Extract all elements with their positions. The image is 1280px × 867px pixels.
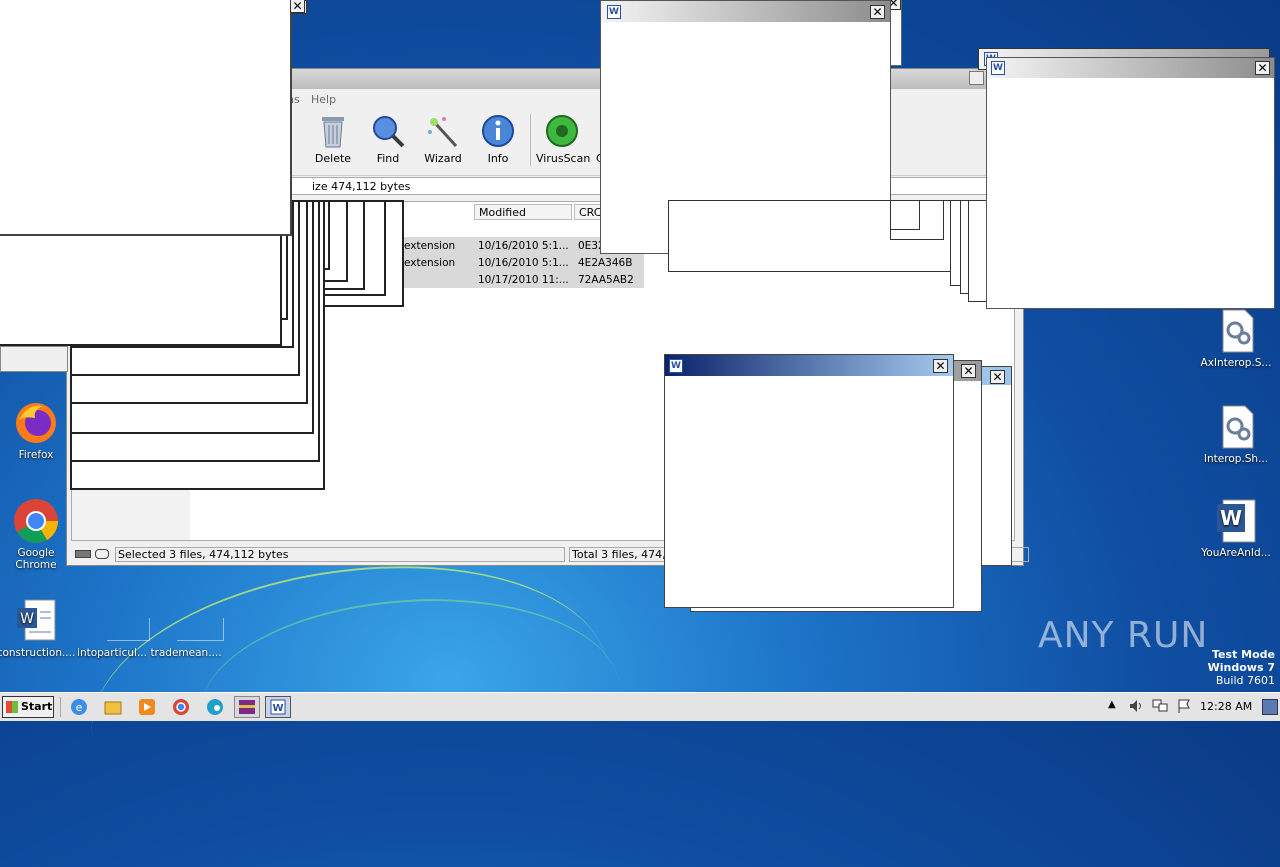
desktop-icon-label: Google Chrome <box>15 547 57 571</box>
desktop-icon-label: construction.... <box>0 647 76 659</box>
dll-gear-icon <box>1213 404 1259 450</box>
explorer-icon[interactable] <box>100 696 126 718</box>
desktop-icon-trademean[interactable]: trademean.... <box>146 598 226 659</box>
start-button[interactable]: Start <box>2 696 54 718</box>
cascade-window[interactable] <box>890 200 920 230</box>
toolbar-label: Delete <box>314 152 352 165</box>
svg-text:W: W <box>20 611 34 627</box>
gray-panel <box>72 490 190 540</box>
desktop-icon-youareanid[interactable]: W YouAreAnId... <box>1196 498 1276 559</box>
minimize-button[interactable] <box>969 71 984 85</box>
popup-titlebar-active[interactable] <box>665 355 953 376</box>
desktop-icon-interop[interactable]: Interop.Sh... <box>1196 404 1276 465</box>
word-doc-icon: W <box>13 598 59 644</box>
start-label: Start <box>21 700 53 713</box>
os-info-line3: Build 7601 <box>1215 674 1275 687</box>
desktop-icon-firefox[interactable]: Firefox <box>0 400 76 461</box>
winrar-icon[interactable] <box>234 696 260 718</box>
os-info: Test Mode Windows 7 Build 7601 <box>1180 648 1275 687</box>
show-desktop-button[interactable] <box>1262 699 1278 715</box>
word-doc-icon: W <box>1213 498 1259 544</box>
file-icon <box>163 598 224 644</box>
chrome-icon <box>13 498 59 544</box>
svg-text:W: W <box>272 703 283 714</box>
address-text: ize 474,112 bytes <box>312 180 411 193</box>
toolbar-wizard-button[interactable]: Wizard <box>417 114 469 165</box>
desktop-icon-label: AxInterop.S... <box>1200 357 1272 369</box>
word-icon[interactable]: W <box>265 696 291 718</box>
windows-logo-icon <box>6 701 18 713</box>
gray-panel <box>0 346 68 372</box>
desktop-icon-label: Interop.Sh... <box>1203 453 1269 465</box>
desktop-icon-label: intoparticul... <box>77 647 147 659</box>
toolbar-separator <box>530 114 531 166</box>
column-header-modified[interactable]: Modified <box>474 204 572 220</box>
svg-text:W: W <box>1220 506 1242 530</box>
clock[interactable]: 12:28 AM <box>1200 700 1252 713</box>
desktop-icon-chrome[interactable]: Google Chrome <box>0 498 76 571</box>
row-modified: 10/17/2010 11:... <box>478 274 569 286</box>
row-crc: 72AA5AB2 <box>578 274 634 286</box>
word-icon: W <box>669 359 683 373</box>
word-icon: W <box>991 61 1005 75</box>
popup-window-active[interactable]: W ✕ <box>664 354 954 608</box>
desktop-icon-label: YouAreAnId... <box>1201 547 1271 559</box>
flag-icon[interactable] <box>1176 698 1192 714</box>
virus-scan-icon <box>545 114 579 148</box>
drive-icon <box>75 550 91 558</box>
volume-icon[interactable] <box>1128 698 1144 714</box>
row-crc: 4E2A346B <box>578 257 633 269</box>
close-button[interactable]: ✕ <box>961 364 976 378</box>
desktop-icon-label: Firefox <box>18 449 54 461</box>
status-left: Selected 3 files, 474,112 bytes <box>115 547 565 562</box>
toolbar-virusscan-button[interactable]: VirusScan <box>536 114 591 165</box>
popup-window-right[interactable]: W ✕ <box>986 57 1275 309</box>
close-button[interactable]: ✕ <box>1255 61 1270 75</box>
row-modified: 10/16/2010 5:1... <box>478 257 569 269</box>
close-button[interactable]: ✕ <box>990 370 1005 384</box>
toolbar-label: Wizard <box>424 152 462 165</box>
trash-icon <box>318 114 348 148</box>
os-info-line1: Test Mode <box>1212 648 1275 661</box>
firefox-icon <box>13 400 59 446</box>
taskbar: Start e W ▲ 12:28 AM <box>0 692 1280 721</box>
toolbar-label: Find <box>376 152 400 165</box>
magnifier-icon <box>371 114 405 148</box>
popup-titlebar[interactable] <box>987 58 1274 78</box>
menu-item-help[interactable]: Help <box>311 93 336 106</box>
info-icon <box>481 114 515 148</box>
show-hidden-icon[interactable]: ▲ <box>1108 699 1120 713</box>
desktop-icon-label: trademean.... <box>150 647 222 659</box>
wand-icon <box>426 114 460 148</box>
desktop-icon-intoparticul[interactable]: intoparticul... <box>72 598 152 659</box>
row-modified: 10/16/2010 5:1... <box>478 240 569 252</box>
media-player-icon[interactable] <box>134 696 160 718</box>
desktop-icon-construction[interactable]: W construction.... <box>0 598 76 659</box>
os-info-line2: Windows 7 <box>1207 661 1275 674</box>
toolbar-info-button[interactable]: Info <box>472 114 524 165</box>
word-icon: W <box>607 5 621 19</box>
ie-icon[interactable]: e <box>66 696 92 718</box>
popup-titlebar[interactable] <box>601 1 890 22</box>
edge-icon[interactable] <box>202 696 228 718</box>
toolbar-label: VirusScan <box>536 152 591 165</box>
desktop-icon-axinterop[interactable]: AxInterop.S... <box>1196 308 1276 369</box>
cascade-window[interactable] <box>968 200 988 302</box>
network-icon[interactable] <box>1152 698 1168 714</box>
svg-text:e: e <box>76 701 83 714</box>
key-icon <box>95 549 109 559</box>
chrome-icon[interactable] <box>168 696 194 718</box>
taskbar-separator <box>60 697 61 717</box>
toolbar-label: Info <box>487 152 509 165</box>
dll-gear-icon <box>1213 308 1259 354</box>
popup-window-topleft[interactable]: ✕ <box>0 0 307 236</box>
close-button[interactable]: ✕ <box>290 0 305 13</box>
toolbar-delete-button[interactable]: Delete <box>307 114 359 165</box>
toolbar-find-button[interactable]: Find <box>362 114 414 165</box>
close-button[interactable]: ✕ <box>933 359 948 373</box>
file-icon <box>89 598 150 644</box>
close-button[interactable]: ✕ <box>870 5 885 19</box>
